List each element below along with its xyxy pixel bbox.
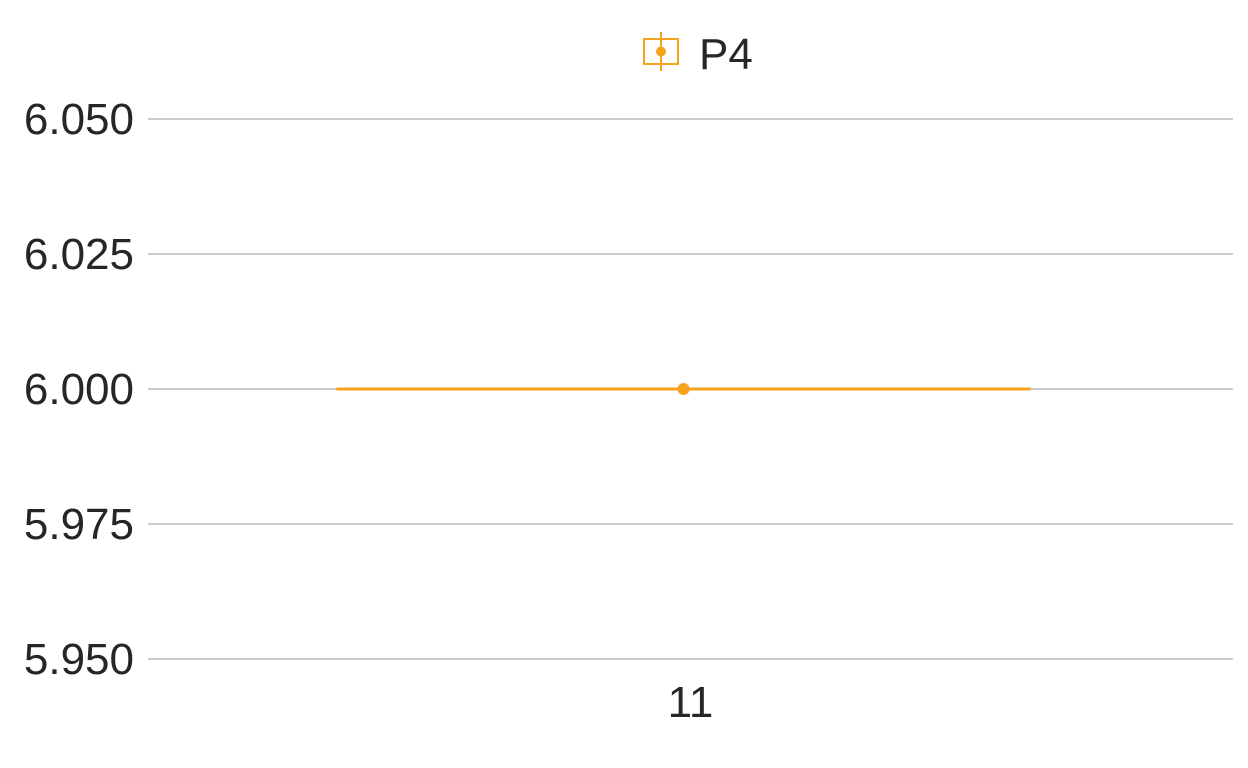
- mean-point-p4: [677, 383, 690, 395]
- plot-marks: [336, 383, 1031, 395]
- y-tick-label: 6.050: [24, 95, 134, 144]
- y-tick-label: 6.000: [24, 365, 134, 414]
- y-tick-label: 6.025: [24, 230, 134, 279]
- y-tick-label: 5.950: [24, 635, 134, 684]
- legend-marker-p4: [643, 32, 679, 71]
- x-axis: 11: [668, 678, 714, 727]
- legend-label-p4: P4: [699, 30, 753, 79]
- legend: P4: [643, 30, 753, 79]
- box-plot-chart: 5.950 5.975 6.000 6.025 6.050 11 P4: [24, 30, 1233, 727]
- x-tick-label: 11: [668, 678, 714, 727]
- y-tick-label: 5.975: [24, 500, 134, 549]
- y-axis: 5.950 5.975 6.000 6.025 6.050: [24, 95, 134, 684]
